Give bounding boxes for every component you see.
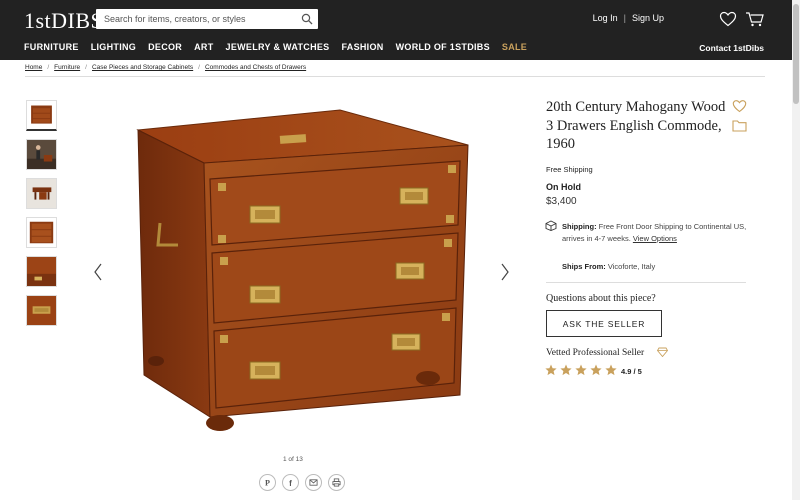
email-share-button[interactable] [305, 474, 322, 491]
breadcrumb: Home / Furniture / Case Pieces and Stora… [25, 64, 306, 71]
search-input[interactable] [96, 9, 286, 29]
breadcrumb-separator: / [85, 64, 87, 71]
main-product-image[interactable] [130, 105, 476, 435]
previous-image-arrow-icon[interactable] [93, 262, 103, 282]
shipping-box-icon [545, 220, 557, 231]
breadcrumb-furniture[interactable]: Furniture [54, 64, 80, 71]
seller-rating-stars [545, 364, 617, 376]
favorites-heart-icon[interactable] [719, 11, 737, 27]
shipping-label: Shipping: [562, 222, 597, 231]
image-counter: 1 of 13 [283, 456, 303, 463]
breadcrumb-divider [25, 76, 765, 77]
ships-from-label: Ships From: [562, 262, 606, 271]
thumbnail-2[interactable] [26, 139, 57, 170]
next-image-arrow-icon[interactable] [500, 262, 510, 282]
thumbnail-1[interactable] [26, 100, 57, 131]
svg-text:f: f [289, 479, 292, 487]
favorite-heart-icon[interactable] [732, 99, 747, 113]
star-icon [560, 364, 572, 376]
diamond-icon[interactable] [657, 347, 668, 357]
nav-sale[interactable]: SALE [502, 42, 527, 52]
vetted-seller-label: Vetted Professional Seller [546, 348, 645, 358]
star-icon [575, 364, 587, 376]
nav-decor[interactable]: DECOR [148, 42, 182, 52]
facebook-icon: f [289, 479, 292, 487]
thumbnail-5[interactable] [26, 256, 57, 287]
nav-lighting[interactable]: LIGHTING [91, 42, 136, 52]
breadcrumb-separator: / [47, 64, 50, 71]
search-box [96, 9, 318, 29]
breadcrumb-separator: / [198, 64, 200, 71]
nav-jewelry[interactable]: JEWELRY & WATCHES [226, 42, 330, 52]
nav-furniture[interactable]: FURNITURE [24, 42, 79, 52]
nav-fashion[interactable]: FASHION [341, 42, 383, 52]
cart-icon[interactable] [745, 10, 765, 28]
availability-status: On Hold [546, 182, 581, 192]
account-links: Log In | Sign Up [593, 13, 664, 23]
nav-art[interactable]: ART [194, 42, 213, 52]
main-nav: FURNITURE LIGHTING DECOR ART JEWELRY & W… [24, 42, 527, 52]
pinterest-share-button[interactable]: P [259, 474, 276, 491]
ask-seller-button[interactable]: ASK THE SELLER [546, 310, 662, 337]
star-icon [605, 364, 617, 376]
breadcrumb-case-pieces[interactable]: Case Pieces and Storage Cabinets [92, 64, 193, 71]
contact-link[interactable]: Contact 1stDibs [699, 43, 764, 53]
shipping-info: Shipping: Free Front Door Shipping to Co… [562, 221, 752, 244]
view-options-link[interactable]: View Options [633, 234, 677, 243]
nav-world[interactable]: WORLD OF 1STDIBS [396, 42, 490, 52]
svg-text:P: P [265, 479, 270, 487]
product-price: $3,400 [546, 196, 577, 207]
ships-from-location: Vicoforte, Italy [607, 262, 656, 271]
link-separator: | [623, 13, 626, 23]
seller-rating-value: 4.9 / 5 [621, 367, 642, 376]
ships-from-info: Ships From: Vicoforte, Italy [562, 262, 655, 271]
breadcrumb-commodes[interactable]: Commodes and Chests of Drawers [205, 64, 306, 71]
thumbnail-4[interactable] [26, 217, 57, 248]
print-icon [332, 478, 341, 487]
free-shipping-label: Free Shipping [546, 165, 593, 174]
site-logo[interactable]: 1stDIBS [24, 8, 103, 34]
thumbnail-6[interactable] [26, 295, 57, 326]
page-scrollbar[interactable] [792, 0, 800, 500]
section-divider [546, 282, 746, 283]
search-icon[interactable] [301, 13, 313, 25]
email-icon [309, 479, 318, 486]
login-link[interactable]: Log In [593, 13, 618, 23]
scrollbar-thumb[interactable] [793, 4, 799, 104]
breadcrumb-home[interactable]: Home [25, 64, 42, 71]
questions-heading: Questions about this piece? [546, 293, 656, 304]
print-button[interactable] [328, 474, 345, 491]
star-icon [590, 364, 602, 376]
star-icon [545, 364, 557, 376]
thumbnail-3[interactable] [26, 178, 57, 209]
folder-icon[interactable] [732, 119, 747, 132]
product-title: 20th Century Mahogany Wood 3 Drawers Eng… [546, 99, 726, 152]
signup-link[interactable]: Sign Up [632, 13, 664, 23]
pinterest-icon: P [265, 479, 270, 487]
facebook-share-button[interactable]: f [282, 474, 299, 491]
